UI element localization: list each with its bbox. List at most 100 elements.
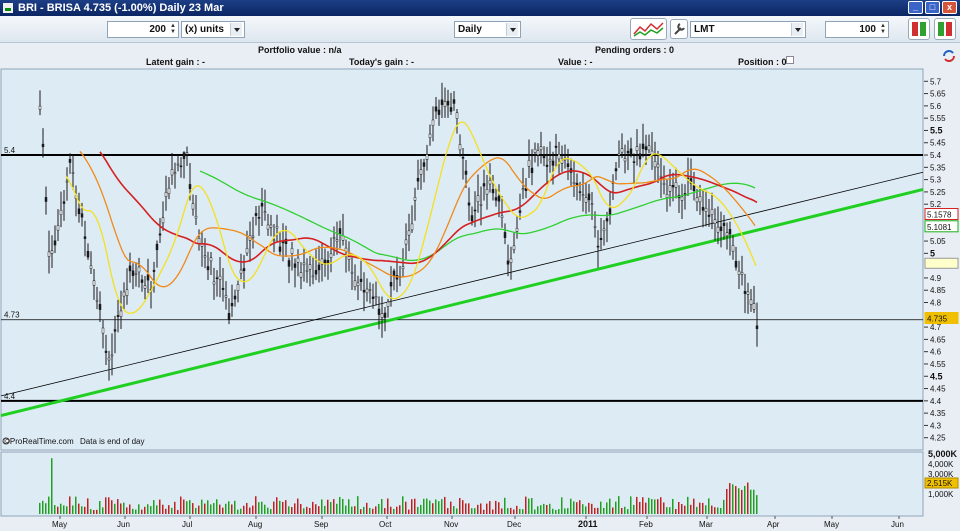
spin-arrows-icon[interactable]: ▲ ▼ (169, 23, 177, 36)
volume-bar (486, 503, 488, 514)
volume-bar (642, 497, 644, 514)
volume-bar (366, 502, 368, 514)
candle-body (446, 100, 450, 106)
candle-body (566, 163, 570, 168)
candle-body (473, 209, 477, 212)
volume-bar (531, 498, 533, 514)
candle-body (659, 175, 663, 178)
volume-bar (408, 509, 410, 514)
volume-bar (141, 509, 143, 514)
volume-bar (216, 499, 218, 514)
volume-bar (195, 507, 197, 514)
app-icon (3, 3, 13, 13)
volume-bar (387, 498, 389, 514)
candle-body (338, 228, 342, 235)
close-button[interactable]: x (942, 1, 957, 14)
candle-body (404, 239, 408, 245)
volume-bar (369, 507, 371, 514)
volume-bar (495, 500, 497, 514)
candle-body (626, 150, 630, 154)
order-type-select[interactable]: LMT (690, 21, 806, 38)
volume-bar (624, 506, 626, 514)
wrench-icon[interactable] (670, 19, 688, 39)
price-tick-label: 5 (930, 248, 935, 258)
volume-bar (420, 504, 422, 514)
volume-bar (678, 501, 680, 514)
volume-bar (432, 503, 434, 514)
buy-icon[interactable] (908, 18, 930, 40)
candle-body (542, 155, 546, 159)
volume-bar (717, 507, 719, 514)
volume-bar (732, 484, 734, 514)
volume-bar (231, 504, 233, 514)
candle-body (347, 256, 351, 260)
volume-bar (78, 503, 80, 514)
candle-body (605, 218, 609, 222)
volume-bar (720, 507, 722, 514)
candle-body (131, 270, 135, 276)
volume-bar (138, 504, 140, 514)
volume-bar (555, 509, 557, 514)
candle-body (455, 112, 459, 119)
price-chart-canvas[interactable]: 5.75.655.65.555.55.455.45.355.35.255.25.… (0, 67, 960, 531)
candle-body (722, 222, 726, 226)
volume-bar (507, 508, 509, 514)
volume-bar (753, 489, 755, 514)
volume-bar (498, 502, 500, 514)
volume-bar (333, 499, 335, 514)
volume-bar (489, 501, 491, 514)
candle-body (752, 303, 756, 310)
candle-body (308, 264, 312, 270)
candle-body (293, 263, 297, 268)
volume-bar (222, 507, 224, 514)
minimize-button[interactable]: _ (908, 1, 923, 14)
volume-bar (177, 509, 179, 514)
position-toggle-icon[interactable] (786, 56, 794, 64)
volume-bar (435, 499, 437, 514)
volume-tick-label: 1,000K (928, 490, 954, 499)
month-label: Oct (379, 520, 392, 529)
chart-toggle-icon[interactable] (630, 18, 667, 40)
volume-bar (324, 505, 326, 514)
quantity-stepper[interactable]: 200 ▲ ▼ (107, 21, 179, 38)
latent-gain: Latent gain : - (146, 57, 205, 67)
refresh-icon[interactable] (941, 48, 957, 64)
price-chart[interactable]: 5.7 5.65 5.6 5.55 5.5 5.45 5.4 5.35 5.3 5.25 5.2 5.… (0, 67, 960, 531)
candle-body (311, 275, 315, 278)
period-select[interactable]: Daily (454, 21, 521, 38)
candle-body (731, 245, 735, 252)
volume-bar (600, 501, 602, 514)
candle-body (692, 185, 696, 192)
volume-bar (213, 503, 215, 514)
volume-bar (372, 508, 374, 514)
spin-arrows-icon[interactable]: ▲ ▼ (879, 23, 887, 36)
volume-bar (546, 504, 548, 514)
candle-body (191, 203, 195, 210)
candle-body (239, 269, 243, 274)
volume-bar (615, 501, 617, 514)
volume-bar (612, 507, 614, 514)
pending-orders: Pending orders : 0 (595, 45, 675, 55)
candle-body (521, 188, 525, 190)
candle-body (743, 290, 747, 294)
maximize-button[interactable]: □ (925, 1, 940, 14)
volume-bar (465, 503, 467, 514)
volume-bar (429, 500, 431, 514)
candle-body (593, 226, 597, 228)
volume-bar (657, 499, 659, 514)
candle-body (380, 313, 384, 318)
candle-body (653, 161, 657, 168)
volume-bar (318, 506, 320, 514)
candle-body (68, 159, 72, 163)
price-stepper[interactable]: 100 ▲ ▼ (825, 21, 889, 38)
candle-body (749, 299, 753, 305)
window-titlebar: BRI - BRISA 4.735 (-1.00%) Daily 23 Mar … (0, 0, 960, 16)
sell-icon[interactable] (934, 18, 956, 40)
volume-bar (390, 506, 392, 514)
units-select[interactable]: (x) units (181, 21, 245, 38)
price-badge-label: 5.1081 (927, 223, 952, 232)
volume-bar (741, 489, 743, 514)
candle-body (383, 312, 387, 318)
price-tick-label: 5.2 (930, 200, 942, 209)
volume-tick-label: 5,000K (928, 449, 958, 459)
